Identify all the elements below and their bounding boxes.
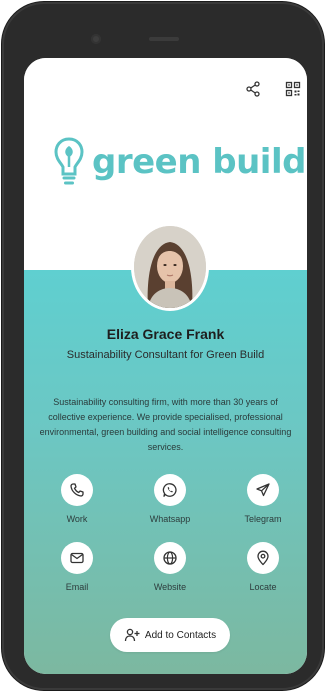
- action-label: Email: [65, 582, 89, 592]
- action-work[interactable]: Work: [42, 474, 112, 524]
- action-label: Work: [66, 514, 88, 524]
- globe-icon[interactable]: [154, 542, 186, 574]
- profile-name: Eliza Grace Frank: [106, 326, 225, 342]
- camera-icon: [91, 34, 101, 44]
- action-label: Website: [153, 582, 187, 592]
- action-telegram[interactable]: Telegram: [228, 474, 298, 524]
- action-email[interactable]: Email: [42, 542, 112, 592]
- action-whatsapp[interactable]: Whatsapp: [135, 474, 205, 524]
- whatsapp-icon[interactable]: [154, 474, 186, 506]
- brand-logo: green build: [54, 132, 306, 192]
- avatar: [134, 226, 206, 308]
- action-locate[interactable]: Locate: [228, 542, 298, 592]
- phone-frame: green build Eliza Grace Frank Sustainabi…: [2, 2, 324, 690]
- phone-icon[interactable]: [61, 474, 93, 506]
- action-label: Telegram: [244, 514, 282, 524]
- qr-code-icon[interactable]: [282, 78, 304, 100]
- profile-bio: Sustainability consulting firm, with mor…: [39, 397, 292, 452]
- add-to-contacts-button[interactable]: Add to Contacts: [110, 618, 230, 652]
- email-icon[interactable]: [61, 542, 93, 574]
- location-icon[interactable]: [247, 542, 279, 574]
- lightbulb-leaf-icon: [54, 137, 84, 185]
- action-label: Whatsapp: [149, 514, 191, 524]
- profile-title: Sustainability Consultant for Green Buil…: [66, 349, 265, 361]
- telegram-icon[interactable]: [247, 474, 279, 506]
- brand-name: green build: [92, 142, 306, 182]
- action-label: Locate: [249, 582, 277, 592]
- speaker-grill: [149, 37, 179, 41]
- add-user-icon: [124, 628, 140, 642]
- action-website[interactable]: Website: [135, 542, 205, 592]
- screen: green build Eliza Grace Frank Sustainabi…: [24, 58, 307, 674]
- share-icon[interactable]: [242, 78, 264, 100]
- add-to-contacts-label: Add to Contacts: [144, 629, 217, 641]
